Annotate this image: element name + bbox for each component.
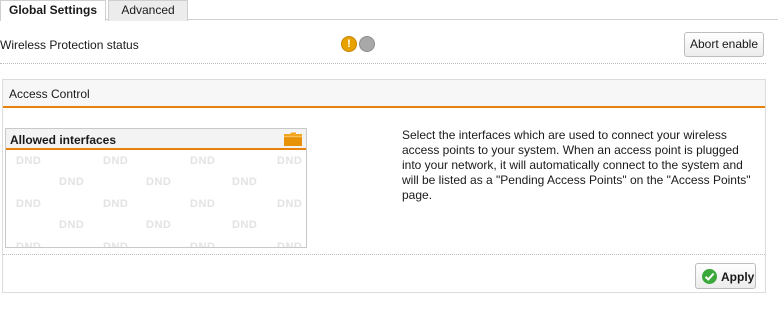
allowed-interfaces-title: Allowed interfaces: [10, 133, 117, 147]
check-icon: [702, 269, 717, 284]
tab-bar: Global Settings Advanced: [0, 0, 778, 21]
dnd-watermark: DND: [59, 176, 85, 188]
access-control-title: Access Control: [9, 87, 90, 101]
dnd-watermark: DND: [277, 198, 303, 210]
dnd-watermark: DND: [232, 219, 258, 231]
apply-label: Apply: [721, 270, 755, 284]
dnd-watermark: DND: [103, 241, 129, 247]
status-off-icon: [359, 36, 375, 52]
dnd-watermark: DND: [103, 155, 129, 167]
folder-icon[interactable]: [284, 132, 302, 146]
dnd-watermark: DND: [190, 155, 216, 167]
apply-button[interactable]: Apply: [695, 263, 756, 289]
interfaces-drop-zone[interactable]: DND DND DND DND DND DND DND DND DND DND DND DND DND D…: [6, 150, 306, 247]
dnd-watermark: DND: [103, 198, 129, 210]
dnd-watermark: DND: [190, 198, 216, 210]
tab-global-settings[interactable]: Global Settings: [0, 0, 106, 21]
access-control-help-text: Select the interfaces which are used to …: [402, 128, 751, 202]
dnd-watermark: DND: [16, 241, 42, 247]
wireless-protection-row: Wireless Protection status ! Abort enabl…: [0, 28, 766, 64]
dnd-watermark: DND: [146, 219, 172, 231]
dnd-watermark: DND: [232, 176, 258, 188]
dnd-watermark: DND: [59, 219, 85, 231]
access-control-header: Access Control: [3, 80, 765, 108]
dnd-watermark: DND: [190, 241, 216, 247]
allowed-interfaces-header: Allowed interfaces: [6, 129, 306, 150]
dnd-watermark: DND: [16, 198, 42, 210]
access-control-panel: Access Control Allowed interfaces DND DND…: [2, 79, 766, 293]
dnd-watermark: DND: [277, 241, 303, 247]
tab-advanced[interactable]: Advanced: [108, 0, 188, 21]
dnd-watermark: DND: [16, 155, 42, 167]
dnd-watermark: DND: [146, 176, 172, 188]
section-divider: [3, 254, 765, 255]
wireless-protection-label: Wireless Protection status: [0, 38, 139, 52]
abort-enable-button[interactable]: Abort enable: [684, 32, 764, 57]
dnd-watermark: DND: [277, 155, 303, 167]
allowed-interfaces-box[interactable]: Allowed interfaces DND DND DND DND DND DND DND…: [5, 128, 307, 248]
warning-icon: !: [341, 36, 357, 52]
